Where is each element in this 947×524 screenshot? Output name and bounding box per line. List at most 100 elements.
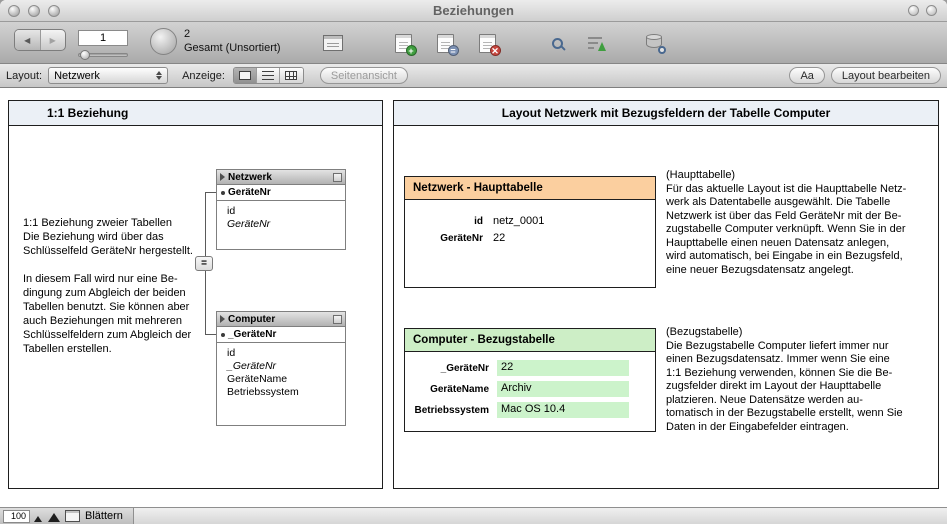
current-record-input[interactable] <box>78 30 128 46</box>
field-row: _GeräteNr 22 <box>405 360 655 376</box>
key-field-row: _GeräteNr <box>217 327 345 343</box>
horizontal-scrollbar[interactable] <box>134 508 947 524</box>
key-bullet-icon <box>221 191 225 195</box>
key-field-name: GeräteNr <box>228 187 271 198</box>
record-slider-knob[interactable] <box>80 50 90 60</box>
close-icon[interactable] <box>8 5 20 17</box>
field-value[interactable]: 22 <box>493 232 505 244</box>
field-name: GeräteName <box>227 373 341 386</box>
record-slider[interactable] <box>78 53 128 57</box>
related-field-value[interactable]: Mac OS 10.4 <box>497 402 629 418</box>
sort-button[interactable] <box>582 29 612 57</box>
diagram-table-titlebar: Computer <box>217 312 345 327</box>
list-view-button[interactable] <box>257 68 280 83</box>
filemaker-window: Beziehungen ◀ ▶ 2 Gesamt (Unsortiert) + <box>0 0 947 524</box>
bottom-status-bar: 100 Blättern <box>0 507 947 524</box>
field-label: Betriebssystem <box>405 405 497 416</box>
bezugstabelle-header: Computer - Bezugstabelle <box>404 328 656 352</box>
field-row: GeräteNr 22 <box>405 232 655 244</box>
layout-bar: Layout: Netzwerk Anzeige: Seitenansicht … <box>0 64 947 88</box>
field-name: id <box>227 205 341 218</box>
delete-record-icon: ✕ <box>479 34 496 53</box>
haupttabelle-body: id netz_0001 GeräteNr 22 <box>404 200 656 288</box>
key-field-row: GeräteNr <box>217 185 345 201</box>
field-label: _GeräteNr <box>405 363 497 374</box>
form-view-button[interactable] <box>234 68 257 83</box>
sort-icon <box>588 35 606 51</box>
related-field-value[interactable]: Archiv <box>497 381 629 397</box>
field-value[interactable]: netz_0001 <box>493 215 544 227</box>
field-name: Betriebssystem <box>227 386 341 399</box>
zoom-out-button[interactable] <box>30 509 46 524</box>
bezugstabelle-note: (Bezugstabelle) Die Bezugstabelle Comput… <box>666 326 932 434</box>
layout-dropdown[interactable]: Netzwerk <box>48 67 168 84</box>
new-record-icon: + <box>395 34 412 53</box>
zoom-in-icon <box>48 513 60 522</box>
related-field-value[interactable]: 22 <box>497 360 629 376</box>
find-button[interactable] <box>542 29 572 57</box>
status-area-toggle-icon[interactable] <box>65 510 80 522</box>
record-total-label: Gesamt (Unsortiert) <box>184 41 281 55</box>
mode-popup[interactable]: Blättern <box>85 510 123 522</box>
right-panel-title: Layout Netzwerk mit Bezugsfeldern der Ta… <box>394 101 938 126</box>
list-view-icon <box>262 71 274 80</box>
left-panel-title: 1:1 Beziehung <box>9 101 382 126</box>
edit-layout-button[interactable]: Layout bearbeiten <box>831 67 941 84</box>
manage-database-button[interactable] <box>640 29 670 57</box>
key-field-name: _GeräteNr <box>228 329 276 340</box>
diagram-table-netzwerk: Netzwerk GeräteNr id GeräteNr <box>216 169 346 250</box>
relationship-description: 1:1 Beziehung zweier Tabellen Die Bezieh… <box>23 216 213 356</box>
collapse-button-icon <box>333 173 342 182</box>
database-icon <box>646 34 664 52</box>
field-name: GeräteNr <box>227 218 341 231</box>
layouts-button[interactable] <box>318 29 348 57</box>
connector-line <box>205 192 216 193</box>
new-record-button[interactable]: + <box>388 29 418 57</box>
zoom-out-icon <box>34 516 42 522</box>
dropdown-arrows-icon <box>156 71 162 80</box>
previous-record-button[interactable]: ◀ <box>15 30 41 50</box>
delete-record-button[interactable]: ✕ <box>472 29 502 57</box>
preview-button[interactable]: Seitenansicht <box>320 67 408 84</box>
window-title: Beziehungen <box>0 3 947 18</box>
table-view-button[interactable] <box>280 68 303 83</box>
layout-content: 1:1 Beziehung 1:1 Beziehung zweier Tabel… <box>0 88 947 507</box>
view-label: Anzeige: <box>182 70 225 82</box>
field-row: id netz_0001 <box>405 215 655 227</box>
key-bullet-icon <box>221 333 225 337</box>
field-name: _GeräteNr <box>227 360 341 373</box>
diagram-table-computer: Computer _GeräteNr id _GeräteNr GeräteNa… <box>216 311 346 426</box>
field-name: id <box>227 347 341 360</box>
form-view-icon <box>239 71 251 80</box>
layout-label: Layout: <box>6 70 42 82</box>
traffic-lights <box>0 5 60 17</box>
field-row: Betriebssystem Mac OS 10.4 <box>405 402 655 418</box>
titlebar-buttons <box>908 5 947 16</box>
zoom-level[interactable]: 100 <box>3 510 30 523</box>
zoom-window-icon[interactable] <box>48 5 60 17</box>
connector-line <box>205 334 216 335</box>
record-total-count: 2 <box>184 27 281 41</box>
field-label: id <box>405 216 493 227</box>
diagram-table-name: Netzwerk <box>228 172 330 183</box>
titlebar-extra-button-2[interactable] <box>926 5 937 16</box>
titlebar-extra-button-1[interactable] <box>908 5 919 16</box>
haupttabelle-box: Netzwerk - Haupttabelle id netz_0001 Ger… <box>404 176 656 288</box>
record-dial-icon[interactable] <box>150 28 177 55</box>
duplicate-record-icon: = <box>437 34 454 53</box>
next-record-button[interactable]: ▶ <box>41 30 66 50</box>
status-toolbar: ◀ ▶ 2 Gesamt (Unsortiert) + = ✕ <box>0 22 947 64</box>
record-navigation-book[interactable]: ◀ ▶ <box>14 29 66 51</box>
format-button[interactable]: Aa <box>789 67 824 84</box>
disclosure-arrow-icon <box>220 173 225 181</box>
minimize-icon[interactable] <box>28 5 40 17</box>
record-totals: 2 Gesamt (Unsortiert) <box>184 27 281 55</box>
diagram-table-name: Computer <box>228 314 330 325</box>
haupttabelle-header: Netzwerk - Haupttabelle <box>404 176 656 200</box>
zoom-in-button[interactable] <box>46 509 62 524</box>
duplicate-record-button[interactable]: = <box>430 29 460 57</box>
field-label: GeräteNr <box>405 233 493 244</box>
layouts-icon <box>323 35 343 51</box>
disclosure-arrow-icon <box>220 315 225 323</box>
field-list: id GeräteNr <box>217 201 345 249</box>
